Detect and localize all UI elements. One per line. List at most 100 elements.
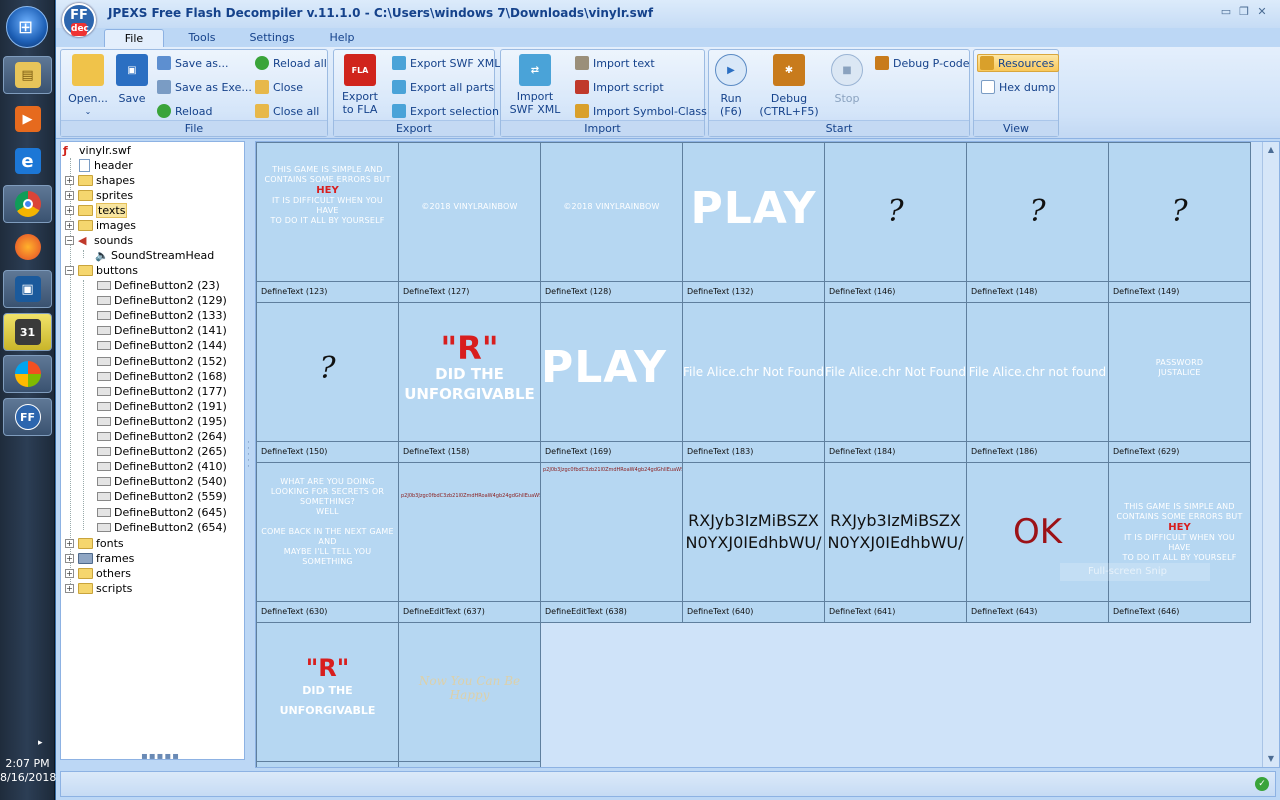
expand-icon[interactable]: +	[65, 569, 74, 578]
import-script-button[interactable]: Import script	[575, 78, 664, 96]
scroll-down-icon[interactable]: ▼	[1263, 751, 1279, 767]
stop-button[interactable]: ■ Stop	[829, 54, 865, 105]
debug-pcode-button[interactable]: Debug P-code	[875, 54, 970, 72]
tree-node-sounds[interactable]: − ◀ sounds	[65, 233, 133, 248]
tree-node-root[interactable]: ƒ vinylr.swf	[63, 143, 131, 158]
tree-node-scripts[interactable]: + scripts	[65, 581, 132, 596]
preview-cell[interactable]: PASSWORD JUSTALICE DefineText (629)	[1108, 302, 1251, 463]
minimize-button[interactable]: ▭	[1218, 5, 1234, 19]
ffdec-logo-icon[interactable]: FF dec	[62, 3, 96, 37]
preview-cell[interactable]: RXJyb3IzMiBSZX N0YXJ0IEdhbWU/DefineText (…	[824, 462, 967, 623]
tree-node-button[interactable]: DefineButton2 (559)	[97, 489, 227, 504]
taskbar-clock[interactable]: 2:07 PM 8/16/2018	[0, 757, 56, 785]
tree-node-button[interactable]: DefineButton2 (152)	[97, 354, 227, 369]
resource-tree[interactable]: ƒ vinylr.swf header + shapes + sprites + tex…	[60, 141, 245, 760]
preview-cell[interactable]: PLAY DefineText (169)	[540, 302, 683, 463]
tab-file[interactable]: File	[104, 29, 164, 48]
save-as-exe-button[interactable]: Save as Exe...	[157, 78, 252, 96]
expand-icon[interactable]: +	[65, 176, 74, 185]
debug-button[interactable]: ✱ Debug (CTRL+F5)	[757, 54, 821, 118]
tree-node-header[interactable]: header	[79, 158, 133, 173]
reload-button[interactable]: Reload	[157, 102, 212, 120]
tray-expand-icon[interactable]: ▸	[38, 738, 43, 748]
preview-cell[interactable]: p2J0b3Jzgc0fbdC3zb21l0ZmdHRoaW4gb24gdGhl…	[540, 462, 683, 623]
tab-help[interactable]: Help	[312, 29, 372, 48]
preview-cell[interactable]: File Alice.chr Not Found DefineText (184)	[824, 302, 967, 463]
media-player-taskbar-button[interactable]: ▶	[3, 100, 52, 138]
maximize-button[interactable]: ❐	[1236, 5, 1252, 19]
tab-settings[interactable]: Settings	[242, 29, 302, 48]
tree-node-shapes[interactable]: + shapes	[65, 173, 135, 188]
tree-node-button[interactable]: DefineButton2 (23)	[97, 278, 220, 293]
save-as-button[interactable]: Save as...	[157, 54, 228, 72]
preview-cell[interactable]: Now You Can Be Happy	[398, 622, 541, 767]
preview-cell[interactable]: ? DefineText (148)	[966, 142, 1109, 303]
preview-cell[interactable]: "R" Did the unforgivable DefineText (158)	[398, 302, 541, 463]
collapse-icon[interactable]: −	[65, 236, 74, 245]
tree-node-texts[interactable]: + texts	[65, 203, 128, 218]
preview-cell[interactable]: ©2018 VINYLRAINBOW DefineText (128)	[540, 142, 683, 303]
tree-node-button[interactable]: DefineButton2 (654)	[97, 520, 227, 535]
tree-node-button[interactable]: DefineButton2 (144)	[97, 338, 227, 353]
preview-cell[interactable]: File Alice.chr not found DefineText (186)	[966, 302, 1109, 463]
tree-node-button[interactable]: DefineButton2 (191)	[97, 399, 227, 414]
tree-node-soundstreamhead[interactable]: 🔈 SoundStreamHead	[95, 248, 214, 263]
import-text-button[interactable]: Import text	[575, 54, 655, 72]
scroll-up-icon[interactable]: ▲	[1263, 142, 1279, 158]
tree-node-button[interactable]: DefineButton2 (141)	[97, 323, 227, 338]
open-button[interactable]: Open... ⌄	[65, 54, 111, 118]
preview-cell[interactable]: ? DefineText (150)	[256, 302, 399, 463]
collapse-icon[interactable]: −	[65, 266, 74, 275]
import-swf-xml-button[interactable]: ⇄ Import SWF XML	[507, 54, 563, 116]
tree-node-button[interactable]: DefineButton2 (129)	[97, 293, 227, 308]
reload-all-button[interactable]: Reload all	[255, 54, 327, 72]
tree-node-button[interactable]: DefineButton2 (540)	[97, 474, 227, 489]
expand-icon[interactable]: +	[65, 584, 74, 593]
tree-node-button[interactable]: DefineButton2 (177)	[97, 384, 227, 399]
resize-grip-icon[interactable]: ▪▪▪▪▪	[141, 751, 180, 759]
ie-taskbar-button[interactable]: e	[3, 142, 52, 180]
expand-icon[interactable]: +	[65, 554, 74, 563]
save-button[interactable]: ▣ Save	[113, 54, 151, 105]
preview-cell[interactable]: "R" Did the unforgivable	[256, 622, 399, 767]
preview-cell[interactable]: p2J0b3Jzgc0fbdC3zb21l0ZmdHRoaW4gb24gdGhl…	[398, 462, 541, 623]
tree-node-buttons[interactable]: − buttons	[65, 263, 138, 278]
expand-icon[interactable]: +	[65, 539, 74, 548]
export-fla-button[interactable]: FLA Export to FLA	[338, 54, 382, 116]
windows-explorer-taskbar-button[interactable]	[3, 355, 52, 393]
hex-dump-button[interactable]: Hex dump	[981, 78, 1056, 96]
tree-node-fonts[interactable]: + fonts	[65, 536, 124, 551]
virtualbox-taskbar-button[interactable]: ▣	[3, 270, 52, 308]
preview-cell[interactable]: PLAY DefineText (132)	[682, 142, 825, 303]
explorer-taskbar-button[interactable]: ▤	[3, 56, 52, 94]
run-button[interactable]: ▶ Run (F6)	[713, 54, 749, 118]
preview-cell[interactable]: ©2018 VINYLRAINBOW DefineText (127)	[398, 142, 541, 303]
start-button[interactable]: ⊞	[6, 6, 48, 48]
chrome-taskbar-button[interactable]	[3, 185, 52, 223]
tab-tools[interactable]: Tools	[172, 29, 232, 48]
tree-node-button[interactable]: DefineButton2 (264)	[97, 429, 227, 444]
close-all-button[interactable]: Close all	[255, 102, 319, 120]
preview-cell[interactable]: RXJyb3IzMiBSZX N0YXJ0IEdhbWU/DefineText (…	[682, 462, 825, 623]
tree-node-button[interactable]: DefineButton2 (410)	[97, 459, 227, 474]
export-selection-button[interactable]: Export selection	[392, 102, 499, 120]
expand-icon[interactable]: +	[65, 206, 74, 215]
resources-button[interactable]: Resources	[977, 54, 1060, 72]
calendar-taskbar-button[interactable]: 31	[3, 313, 52, 351]
expand-icon[interactable]: +	[65, 221, 74, 230]
tree-node-sprites[interactable]: + sprites	[65, 188, 133, 203]
tree-node-frames[interactable]: + frames	[65, 551, 134, 566]
export-all-parts-button[interactable]: Export all parts	[392, 78, 494, 96]
close-file-button[interactable]: Close	[255, 78, 303, 96]
preview-cell[interactable]: ? DefineText (149)	[1108, 142, 1251, 303]
tree-node-button[interactable]: DefineButton2 (265)	[97, 444, 227, 459]
preview-cell[interactable]: This game is simple and contains some err…	[1108, 462, 1251, 623]
vertical-scrollbar[interactable]: ▲ ▼	[1262, 142, 1279, 767]
ffdec-taskbar-button[interactable]: FF	[3, 398, 52, 436]
tree-node-button[interactable]: DefineButton2 (195)	[97, 414, 227, 429]
close-button[interactable]: ✕	[1254, 5, 1270, 19]
preview-cell[interactable]: What are you doing looking for secrets or…	[256, 462, 399, 623]
preview-cell[interactable]: ? DefineText (146)	[824, 142, 967, 303]
tree-node-button[interactable]: DefineButton2 (168)	[97, 369, 227, 384]
expand-icon[interactable]: +	[65, 191, 74, 200]
